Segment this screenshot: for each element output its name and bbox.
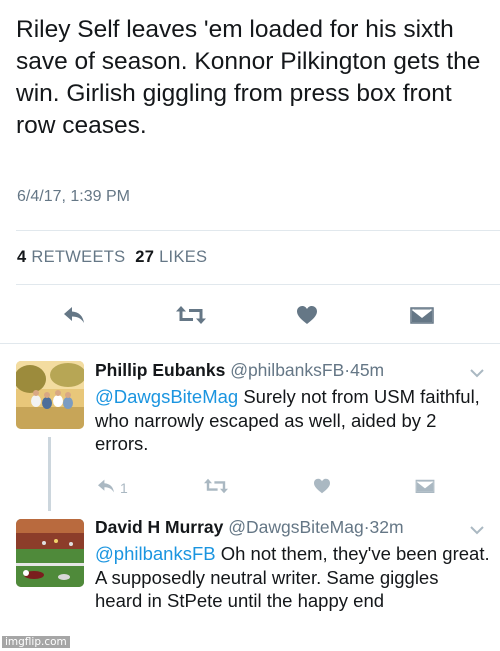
reply-text: @DawgsBiteMag Surely not from USM faithf… [95, 385, 490, 456]
like-label: LIKES [159, 248, 208, 266]
author-handle[interactable]: @DawgsBiteMag [228, 517, 363, 537]
like-count: 27 [135, 248, 155, 266]
divider [16, 230, 500, 231]
retweet-icon [175, 305, 207, 330]
reply-text: @philbanksFB Oh not them, they've been g… [95, 542, 490, 613]
like-button[interactable] [296, 305, 318, 330]
reply-header: Phillip Eubanks @philbanksFB·45m [95, 360, 384, 381]
reply-tweet[interactable]: Phillip Eubanks @philbanksFB·45m @DawgsB… [0, 343, 500, 509]
author-name[interactable]: Phillip Eubanks [95, 360, 225, 380]
reply-time[interactable]: 45m [350, 360, 384, 380]
retweet-button[interactable] [203, 478, 229, 497]
envelope-icon [410, 305, 434, 330]
retweet-stat[interactable]: 4 RETWEETS [17, 248, 125, 266]
reply-icon [96, 478, 116, 497]
retweet-icon [203, 478, 229, 497]
like-button[interactable] [313, 478, 331, 497]
mention-link[interactable]: @philbanksFB [95, 543, 216, 564]
reply-time[interactable]: 32m [370, 517, 404, 537]
heart-icon [313, 478, 331, 497]
thread-line [48, 437, 51, 511]
like-stat[interactable]: 27 LIKES [135, 248, 207, 266]
direct-message-button[interactable] [410, 305, 434, 330]
envelope-icon [415, 478, 435, 497]
avatar[interactable] [16, 519, 84, 587]
avatar[interactable] [16, 361, 84, 429]
direct-message-button[interactable] [415, 478, 435, 497]
tweet-timestamp[interactable]: 6/4/17, 1:39 PM [17, 188, 130, 206]
tweet-stats: 4 RETWEETS 27 LIKES [17, 248, 207, 267]
chevron-down-icon[interactable] [470, 365, 484, 383]
chevron-down-icon[interactable] [470, 522, 484, 540]
retweet-count: 4 [17, 248, 27, 266]
author-name[interactable]: David H Murray [95, 517, 223, 537]
mention-link[interactable]: @DawgsBiteMag [95, 386, 238, 407]
heart-icon [296, 305, 318, 330]
reply-header: David H Murray @DawgsBiteMag·32m [95, 517, 404, 538]
retweet-label: RETWEETS [31, 248, 126, 266]
reply-button[interactable] [62, 305, 86, 330]
watermark: imgflip.com [2, 636, 70, 648]
tweet-text: Riley Self leaves 'em loaded for his six… [16, 16, 481, 139]
retweet-button[interactable] [175, 305, 207, 330]
reply-icon [62, 305, 86, 330]
reply-count: 1 [120, 479, 128, 496]
divider [16, 284, 500, 285]
reply-tweet[interactable]: David H Murray @DawgsBiteMag·32m @philba… [0, 509, 500, 651]
author-handle[interactable]: @philbanksFB [230, 360, 344, 380]
reply-button[interactable]: 1 [96, 478, 128, 497]
